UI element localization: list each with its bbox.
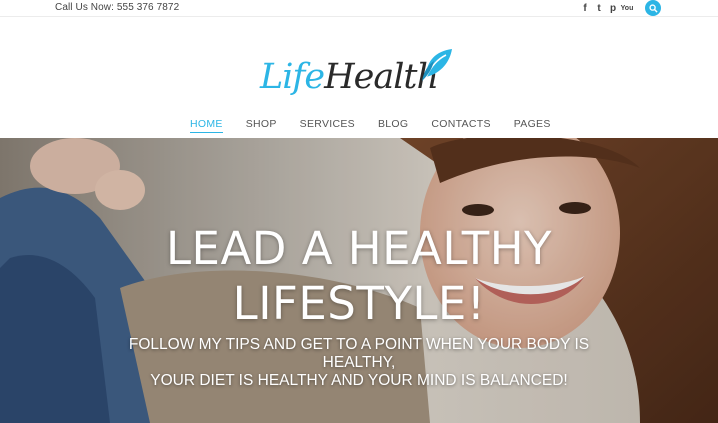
- hero-banner: LEAD A HEALTHY LIFESTYLE! FOLLOW MY TIPS…: [0, 138, 718, 423]
- nav-blog[interactable]: BLOG: [378, 117, 408, 133]
- nav-shop[interactable]: SHOP: [246, 117, 277, 133]
- top-bar: Call Us Now: 555 376 7872 f t p You: [0, 0, 718, 17]
- main-nav: HOME SHOP SERVICES BLOG CONTACTS PAGES: [190, 117, 574, 133]
- butterfly-leaf-icon: [422, 49, 452, 81]
- nav-home[interactable]: HOME: [190, 117, 223, 133]
- site-header: Life Health HOME SHOP SERVICES BLOG CONTA…: [0, 17, 718, 138]
- search-icon: [648, 3, 658, 13]
- hero-subtitle-line-1: FOLLOW MY TIPS AND GET TO A POINT WHEN Y…: [128, 336, 590, 353]
- nav-contacts[interactable]: CONTACTS: [431, 117, 490, 133]
- youtube-icon[interactable]: You: [620, 2, 634, 16]
- pinterest-icon[interactable]: p: [606, 2, 620, 16]
- hero-subtitle: FOLLOW MY TIPS AND GET TO A POINT WHEN Y…: [0, 336, 718, 390]
- social-links: f t p You: [578, 1, 634, 16]
- nav-services[interactable]: SERVICES: [300, 117, 355, 133]
- hero-subtitle-line-2: HEALTHY,: [322, 354, 396, 371]
- site-logo[interactable]: Life Health: [260, 49, 452, 97]
- phone-number: Call Us Now: 555 376 7872: [55, 2, 180, 13]
- logo-text-life: Life: [260, 57, 325, 97]
- facebook-icon[interactable]: f: [578, 2, 592, 16]
- hero-subtitle-line-3: YOUR DIET IS HEALTHY AND YOUR MIND IS BA…: [150, 372, 568, 389]
- hero-title-line-2: LIFESTYLE!: [232, 277, 486, 330]
- hero-title-line-1: LEAD A HEALTHY: [165, 222, 553, 275]
- twitter-icon[interactable]: t: [592, 2, 606, 16]
- hero-title: LEAD A HEALTHY LIFESTYLE!: [0, 221, 718, 331]
- search-button[interactable]: [645, 0, 661, 16]
- nav-pages[interactable]: PAGES: [514, 117, 551, 133]
